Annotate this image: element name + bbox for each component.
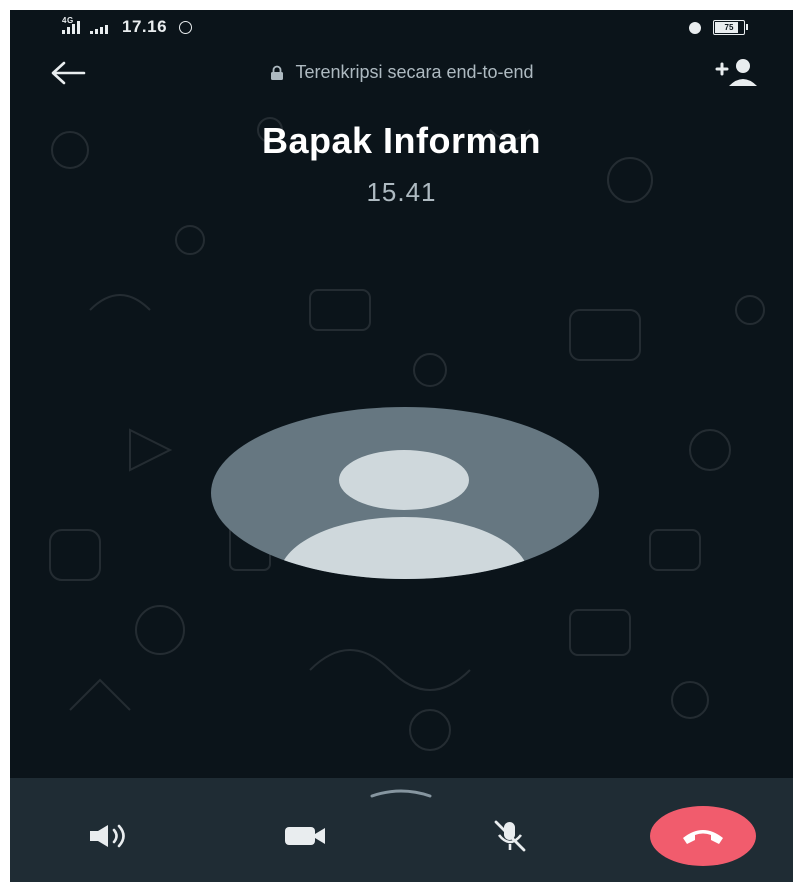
alarm-icon [689,21,701,34]
video-camera-icon [285,827,325,845]
microphone-muted-icon [494,820,526,852]
lock-icon [271,65,284,80]
status-bar: 4G 17.16 75 [10,10,793,44]
call-header: Terenkripsi secara end-to-end [10,50,793,94]
end-call-button[interactable] [650,806,756,866]
status-left: 4G 17.16 [62,16,193,37]
chevron-up-icon [370,789,432,798]
add-participant-button[interactable] [713,56,763,90]
caller-name: Bapak Informan [261,120,542,161]
network-type: 4G [62,16,74,25]
speaker-icon [90,824,125,848]
video-button[interactable] [276,808,336,864]
signal-icon: 4G [62,16,80,34]
whatsapp-icon [179,20,193,34]
speaker-button[interactable] [80,808,140,864]
end-call-icon [683,830,723,844]
mute-button[interactable] [480,808,540,864]
battery-level: 75 [724,23,734,32]
status-right: 75 [689,20,748,35]
encryption-notice: Terenkripsi secara end-to-end [10,62,793,83]
call-controls-panel [10,778,793,882]
add-person-icon [715,59,757,86]
call-duration: 15.41 [366,177,437,207]
call-screen: 4G 17.16 75 Terenkripsi secara end-to-en… [10,10,793,882]
status-time: 17.16 [122,17,168,36]
expand-handle[interactable] [368,784,434,800]
caller-avatar [211,407,599,579]
battery-icon: 75 [713,20,748,35]
avatar-head [339,450,469,510]
encryption-text: Terenkripsi secara end-to-end [295,62,534,82]
signal-icon-2 [90,20,108,34]
avatar-body [279,517,529,579]
